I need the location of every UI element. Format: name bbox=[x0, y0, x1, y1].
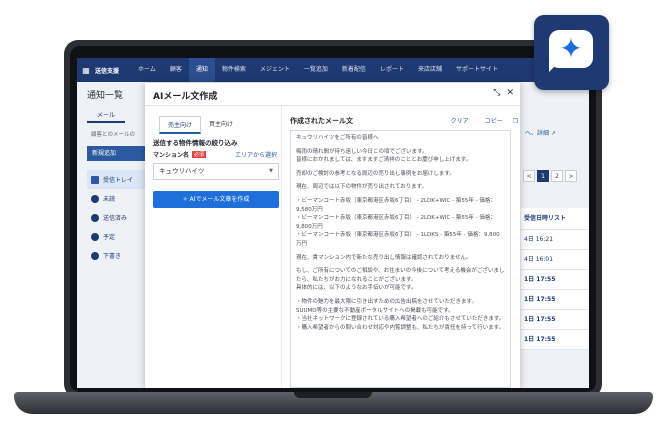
minimize-icon[interactable]: ⤡ bbox=[493, 88, 500, 98]
sidebar-item-label: 送信済み bbox=[103, 215, 128, 222]
sidebar-item-inbox[interactable]: 受信トレイ bbox=[87, 170, 145, 189]
nav-item-new-delivery[interactable]: 新着配信 bbox=[335, 58, 373, 82]
pager-next[interactable]: > bbox=[565, 170, 577, 182]
generate-ai-mail-button[interactable]: ✧ AIでメール文章を作成 bbox=[153, 191, 279, 208]
modal-actions: ⤡ ✕ bbox=[487, 88, 514, 98]
audience-tabs: 売主向け 買主向け bbox=[159, 116, 241, 134]
mail-paragraph: 梅雨の晴れ間が待ち遠しい今日この頃でございます。 皆様におかれましては、ますます… bbox=[296, 148, 472, 164]
mail-sidebar: 受信トレイ 未読 送信済み 予定 下書き bbox=[87, 170, 145, 265]
nav-item-property-search[interactable]: 物件検索 bbox=[215, 58, 253, 82]
result-title: 作成されたメール文 bbox=[290, 117, 353, 125]
inbox-icon bbox=[91, 175, 99, 184]
clear-button[interactable]: クリア bbox=[451, 116, 469, 125]
nav-item-home[interactable]: ホーム bbox=[131, 58, 163, 82]
draft-icon bbox=[91, 251, 99, 260]
nav-item-customers[interactable]: 顧客 bbox=[163, 58, 189, 82]
select-value: キュウリハイツ bbox=[159, 167, 205, 175]
mail-paragraph: キュウリハイツをご所有の皆様へ bbox=[296, 135, 379, 141]
sidebar-item-label: 未読 bbox=[103, 196, 116, 203]
sidebar-item-label: 受信トレイ bbox=[103, 177, 134, 184]
tab-buyer[interactable]: 買主向け bbox=[201, 116, 241, 134]
page-title: 通知一覧 bbox=[87, 91, 124, 101]
detail-link-label: へ、詳細 bbox=[525, 130, 550, 137]
sent-icon bbox=[91, 213, 99, 222]
stage: ▦ 送信支援 ホーム 顧客 通知 物件検索 メジェント 一覧追加 新着配信 レポ… bbox=[0, 0, 667, 426]
sidebar-item-label: 予定 bbox=[103, 234, 116, 241]
page-description: 顧客とのメールの bbox=[91, 132, 135, 138]
app-logo[interactable]: 送信支援 bbox=[95, 66, 119, 75]
mail-paragraph: ・ビーマンコート赤坂（東京都港区赤坂6丁目） - 2LDK+WIC - 築55年… bbox=[296, 197, 500, 247]
detail-link[interactable]: へ、詳細 ↗ bbox=[525, 128, 556, 137]
sidebar-item-drafts[interactable]: 下書き bbox=[87, 246, 145, 265]
mail-paragraph: もし、ご所有についてのご相談や、お住まいの今後について考える機会がございましたら… bbox=[296, 268, 505, 292]
laptop-notch bbox=[294, 392, 372, 398]
new-add-button[interactable]: 新規追加 bbox=[87, 146, 145, 161]
app-badge: ✦ bbox=[534, 15, 609, 90]
sidebar-item-scheduled[interactable]: 予定 bbox=[87, 227, 145, 246]
sparkle-icon: ✦ bbox=[559, 32, 583, 65]
nav-item-bulk-add[interactable]: 一覧追加 bbox=[297, 58, 335, 82]
sidebar-item-label: 下書き bbox=[103, 253, 122, 260]
sidebar-item-unread[interactable]: 未読 bbox=[87, 189, 145, 208]
mail-paragraph: 現在、貴マンション内で新たな売り出し情報は確認されておりません。 bbox=[296, 254, 472, 261]
copy-label: コピー bbox=[484, 118, 503, 125]
filter-pane: 売主向け 買主向け 送信する物件情報の絞り込み マンション名 必須 エリアから選… bbox=[145, 106, 281, 388]
select-from-area-link[interactable]: エリアから選択 bbox=[235, 150, 277, 159]
chevron-down-icon: ▼ bbox=[269, 168, 273, 174]
generate-button-label: AIでメール文章を作成 bbox=[189, 196, 250, 203]
table-row[interactable]: 1日 17:55 bbox=[521, 330, 589, 350]
mansion-name-label: マンション名 必須 bbox=[153, 150, 207, 159]
table-row[interactable]: 1日 17:55 bbox=[521, 310, 589, 330]
nav-item-support-site[interactable]: サポートサイト bbox=[449, 58, 505, 82]
mail-paragraph: 売却のご検討の参考となる周辺の売り出し事例をお届けします。 bbox=[296, 170, 455, 177]
table-header: 受信日時リスト bbox=[521, 208, 589, 230]
pager-page-2[interactable]: 2 bbox=[551, 170, 563, 182]
pager-page-1[interactable]: 1 bbox=[537, 170, 549, 182]
required-badge: 必須 bbox=[192, 151, 207, 158]
result-pane: 作成されたメール文 クリア コピー ❐ キュウリハイツをご所有の皆様へ 梅雨の晴… bbox=[281, 106, 520, 388]
generated-mail-text[interactable]: キュウリハイツをご所有の皆様へ 梅雨の晴れ間が待ち遠しい今日この頃でございます。… bbox=[290, 130, 511, 388]
close-icon[interactable]: ✕ bbox=[506, 88, 514, 98]
pagination: < 1 2 > bbox=[523, 170, 579, 182]
field-label-text: マンション名 bbox=[153, 152, 190, 159]
screen: ▦ 送信支援 ホーム 顧客 通知 物件検索 メジェント 一覧追加 新着配信 レポ… bbox=[77, 58, 589, 388]
filter-section-title: 送信する物件情報の絞り込み bbox=[153, 139, 238, 147]
mail-paragraph: 現在、周辺では以下の物件が売り出されております。 bbox=[296, 184, 428, 191]
external-link-icon: ↗ bbox=[550, 130, 556, 137]
nav-item-agent[interactable]: メジェント bbox=[253, 58, 297, 82]
magic-wand-icon: ✧ bbox=[182, 196, 188, 203]
mansion-name-select[interactable]: キュウリハイツ ▼ bbox=[153, 163, 279, 180]
table-row[interactable]: 4日 16:01 bbox=[521, 250, 589, 270]
pager-prev[interactable]: < bbox=[523, 170, 535, 182]
info-icon bbox=[91, 194, 99, 203]
copy-button[interactable]: コピー ❐ bbox=[477, 116, 518, 125]
table-row[interactable]: 1日 17:55 bbox=[521, 270, 589, 290]
copy-icon: ❐ bbox=[512, 118, 518, 125]
send-icon bbox=[91, 232, 99, 241]
table-row[interactable]: 4日 16:21 bbox=[521, 230, 589, 250]
table-row[interactable]: 1日 17:55 bbox=[521, 290, 589, 310]
tab-mail[interactable]: メール bbox=[87, 108, 126, 123]
modal-title: AIメール文作成 bbox=[153, 92, 218, 102]
top-navigation: ▦ 送信支援 ホーム 顧客 通知 物件検索 メジェント 一覧追加 新着配信 レポ… bbox=[77, 58, 589, 82]
mail-paragraph: ・物件の魅力を最大限に引き出すための広告出稿をさせていただきます。 SUUMO等… bbox=[296, 298, 505, 331]
app-grid-icon[interactable]: ▦ bbox=[77, 66, 95, 75]
ai-mail-modal: AIメール文作成 ⤡ ✕ 売主向け 買主向け 送信する物件情報の絞り込み マンシ… bbox=[145, 83, 520, 388]
page-tabs: メール bbox=[87, 108, 126, 123]
nav-item-report[interactable]: レポート bbox=[373, 58, 411, 82]
nav-item-notifications[interactable]: 通知 bbox=[188, 58, 215, 82]
result-actions: クリア コピー ❐ bbox=[443, 116, 518, 125]
received-list-table: 受信日時リスト 4日 16:21 4日 16:01 1日 17:55 1日 17… bbox=[521, 208, 589, 350]
tab-seller[interactable]: 売主向け bbox=[159, 116, 202, 134]
sidebar-item-sent[interactable]: 送信済み bbox=[87, 208, 145, 227]
nav-item-store[interactable]: 来店店舗 bbox=[411, 58, 449, 82]
